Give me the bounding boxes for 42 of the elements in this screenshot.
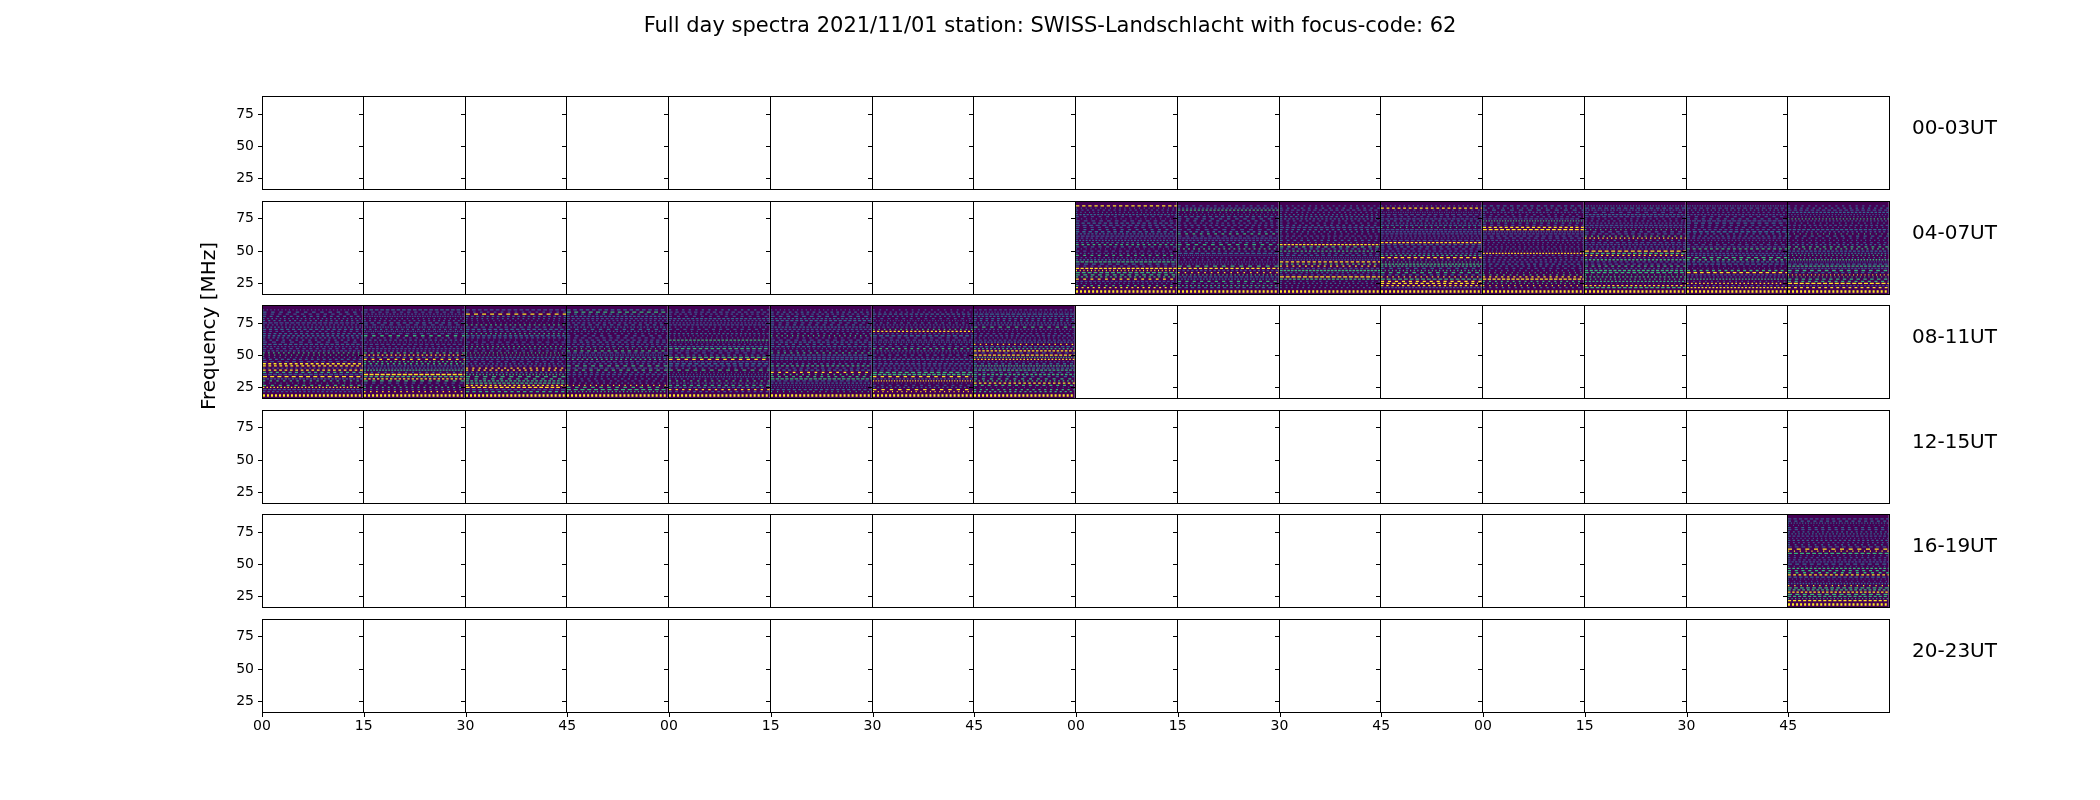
row-time-label: 16-19UT — [1912, 533, 1997, 557]
y-tick-label: 75 — [236, 313, 254, 330]
y-tick-label: 50 — [236, 659, 254, 676]
x-tick-label: 45 — [1779, 716, 1798, 733]
y-tick-label: 25 — [236, 482, 254, 499]
x-tick-label: 00 — [1067, 716, 1085, 733]
y-tick-label: 25 — [236, 691, 254, 708]
x-tick-label: 30 — [1677, 716, 1696, 733]
x-tick-label: 45 — [965, 716, 984, 733]
x-tick-label: 45 — [1372, 716, 1391, 733]
row-time-label: 12-15UT — [1912, 428, 1997, 453]
y-tick-label: 25 — [236, 169, 254, 186]
y-tick-label: 25 — [236, 273, 254, 290]
y-tick-label: 75 — [236, 522, 254, 539]
x-tick-label: 00 — [253, 716, 271, 733]
row-time-label: 00-03UT — [1912, 115, 1997, 139]
y-tick-label: 75 — [236, 104, 254, 121]
x-tick-label: 30 — [456, 716, 475, 733]
y-tick-label: 50 — [236, 555, 254, 571]
y-tick-label: 50 — [236, 137, 254, 153]
y-tick-label: 75 — [236, 627, 254, 644]
x-tick-label: 30 — [863, 716, 882, 733]
x-tick-label: 00 — [1474, 716, 1492, 733]
y-tick-label: 25 — [236, 378, 254, 395]
y-tick-label: 75 — [236, 209, 254, 226]
x-tick-label: 15 — [761, 716, 780, 733]
x-tick-label: 00 — [660, 716, 678, 733]
row-time-label: 04-07UT — [1912, 219, 1997, 244]
x-tick-label: 15 — [1168, 716, 1187, 733]
y-tick-label: 75 — [236, 418, 254, 435]
x-tick-label: 15 — [354, 716, 373, 733]
row-time-label: 08-11UT — [1912, 324, 1997, 348]
x-tick-label: 30 — [1270, 716, 1289, 733]
row-time-label: 20-23UT — [1912, 637, 1997, 662]
y-axis-label: Frequency [MHz] — [195, 241, 221, 411]
y-tick-label: 50 — [236, 346, 254, 362]
x-tick-label: 15 — [1575, 716, 1594, 733]
figure-title: Full day spectra 2021/11/01 station: SWISS-Landschlacht with focus-code: 62 — [643, 12, 1457, 38]
y-tick-label: 50 — [236, 241, 254, 258]
y-tick-label: 50 — [236, 450, 254, 467]
x-tick-label: 45 — [558, 716, 577, 733]
y-tick-label: 25 — [236, 587, 254, 604]
